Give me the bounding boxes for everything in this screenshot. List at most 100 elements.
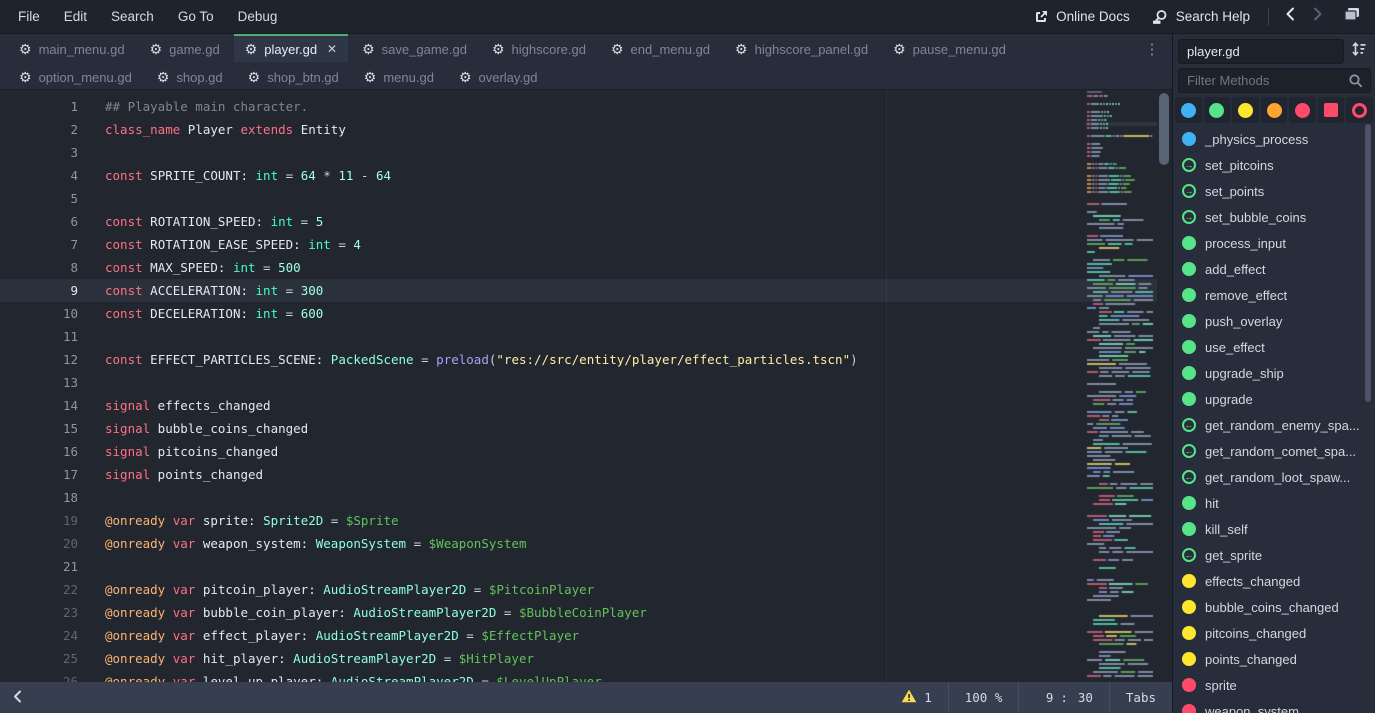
menu-item-file[interactable]: File: [6, 0, 52, 33]
code-line[interactable]: 22@onready var pitcoin_player: AudioStre…: [0, 578, 1172, 601]
method-item-remove_effect[interactable]: remove_effect: [1173, 282, 1375, 308]
code-line[interactable]: 1## Playable main character.: [0, 95, 1172, 118]
line-number[interactable]: 20: [0, 532, 78, 555]
code-line[interactable]: 6const ROTATION_SPEED: int = 5: [0, 210, 1172, 233]
menu-item-go-to[interactable]: Go To: [166, 0, 226, 33]
menu-item-edit[interactable]: Edit: [52, 0, 99, 33]
script-name-field[interactable]: [1178, 39, 1344, 64]
code-line[interactable]: 8const MAX_SPEED: int = 500: [0, 256, 1172, 279]
method-item-use_effect[interactable]: use_effect: [1173, 334, 1375, 360]
line-number[interactable]: 10: [0, 302, 78, 325]
line-number[interactable]: 11: [0, 325, 78, 348]
line-number[interactable]: 12: [0, 348, 78, 371]
line-number[interactable]: 15: [0, 417, 78, 440]
member-filter-pink-ring-button[interactable]: [1346, 97, 1373, 123]
method-item-sprite[interactable]: sprite: [1173, 672, 1375, 698]
code-line[interactable]: 18: [0, 486, 1172, 509]
menu-item-debug[interactable]: Debug: [226, 0, 290, 33]
method-item-points_changed[interactable]: points_changed: [1173, 646, 1375, 672]
code-line[interactable]: 4const SPRITE_COUNT: int = 64 * 11 - 64: [0, 164, 1172, 187]
line-number[interactable]: 3: [0, 141, 78, 164]
zoom-level[interactable]: 100 %: [949, 682, 1019, 713]
online-docs-button[interactable]: Online Docs: [1024, 0, 1140, 33]
script-tab-main_menu-gd[interactable]: ⚙main_menu.gd: [8, 34, 136, 62]
method-item-effects_changed[interactable]: effects_changed: [1173, 568, 1375, 594]
line-number[interactable]: 22: [0, 578, 78, 601]
method-item-hit[interactable]: hit: [1173, 490, 1375, 516]
script-tab-end_menu-gd[interactable]: ⚙end_menu.gd: [600, 34, 721, 62]
line-number[interactable]: 18: [0, 486, 78, 509]
line-number[interactable]: 1: [0, 95, 78, 118]
method-item-weapon_system[interactable]: weapon_system: [1173, 698, 1375, 713]
line-number[interactable]: 24: [0, 624, 78, 647]
member-filter-pink-square-button[interactable]: [1318, 97, 1345, 123]
script-tab-pause_menu-gd[interactable]: ⚙pause_menu.gd: [882, 34, 1017, 62]
code-line[interactable]: 14signal effects_changed: [0, 394, 1172, 417]
method-item-get_sprite[interactable]: ←get_sprite: [1173, 542, 1375, 568]
line-number[interactable]: 14: [0, 394, 78, 417]
code-line[interactable]: 11: [0, 325, 1172, 348]
line-number[interactable]: 4: [0, 164, 78, 187]
code-editor[interactable]: 1## Playable main character.2class_name …: [0, 90, 1172, 682]
method-item-get_random_comet_spa[interactable]: ←get_random_comet_spa...: [1173, 438, 1375, 464]
method-item-upgrade_ship[interactable]: upgrade_ship: [1173, 360, 1375, 386]
line-number[interactable]: 17: [0, 463, 78, 486]
code-line[interactable]: 17signal points_changed: [0, 463, 1172, 486]
code-line[interactable]: 26@onready var level_up_player: AudioStr…: [0, 670, 1172, 682]
script-tab-menu-gd[interactable]: ⚙menu.gd: [353, 62, 445, 90]
code-line[interactable]: 20@onready var weapon_system: WeaponSyst…: [0, 532, 1172, 555]
member-filter-orange-circle-button[interactable]: [1261, 97, 1288, 123]
method-item-get_random_loot_spaw[interactable]: ←get_random_loot_spaw...: [1173, 464, 1375, 490]
script-tab-highscore-gd[interactable]: ⚙highscore.gd: [481, 34, 597, 62]
close-icon[interactable]: ✕: [327, 42, 337, 56]
scrollbar-thumb[interactable]: [1159, 93, 1169, 165]
member-filter-blue-circle-button[interactable]: [1175, 97, 1202, 123]
menu-item-search[interactable]: Search: [99, 0, 166, 33]
collapse-panel-button[interactable]: [0, 682, 34, 713]
code-line[interactable]: 21: [0, 555, 1172, 578]
method-item-upgrade[interactable]: upgrade: [1173, 386, 1375, 412]
member-filter-yellow-circle-button[interactable]: [1232, 97, 1259, 123]
sort-methods-button[interactable]: [1348, 40, 1370, 64]
method-list-scrollbar[interactable]: [1365, 124, 1371, 402]
member-filter-green-circle-button[interactable]: [1204, 97, 1231, 123]
method-item-process_input[interactable]: process_input: [1173, 230, 1375, 256]
tab-overflow-menu-button[interactable]: ⋮: [1142, 38, 1162, 60]
line-number[interactable]: 13: [0, 371, 78, 394]
code-line[interactable]: 15signal bubble_coins_changed: [0, 417, 1172, 440]
script-tab-shop-gd[interactable]: ⚙shop.gd: [146, 62, 234, 90]
method-item-set_pitcoins[interactable]: →set_pitcoins: [1173, 152, 1375, 178]
history-back-button[interactable]: [1277, 4, 1303, 30]
code-line[interactable]: 12const EFFECT_PARTICLES_SCENE: PackedSc…: [0, 348, 1172, 371]
line-number[interactable]: 19: [0, 509, 78, 532]
member-filter-pink-circle-button[interactable]: [1289, 97, 1316, 123]
code-line[interactable]: 16signal pitcoins_changed: [0, 440, 1172, 463]
line-number[interactable]: 9: [0, 279, 78, 302]
indent-type[interactable]: Tabs: [1110, 682, 1172, 713]
script-tab-option_menu-gd[interactable]: ⚙option_menu.gd: [8, 62, 143, 90]
line-number[interactable]: 26: [0, 670, 78, 682]
history-forward-button[interactable]: [1305, 4, 1331, 30]
method-item-get_random_enemy_spa[interactable]: ←get_random_enemy_spa...: [1173, 412, 1375, 438]
line-number[interactable]: 25: [0, 647, 78, 670]
warning-badge[interactable]: 1: [885, 682, 948, 713]
code-line[interactable]: 23@onready var bubble_coin_player: Audio…: [0, 601, 1172, 624]
code-line[interactable]: 10const DECELERATION: int = 600: [0, 302, 1172, 325]
line-number[interactable]: 16: [0, 440, 78, 463]
method-item-push_overlay[interactable]: push_overlay: [1173, 308, 1375, 334]
code-line[interactable]: 5: [0, 187, 1172, 210]
code-line[interactable]: 7const ROTATION_EASE_SPEED: int = 4: [0, 233, 1172, 256]
script-tab-save_game-gd[interactable]: ⚙save_game.gd: [351, 34, 478, 62]
script-tab-game-gd[interactable]: ⚙game.gd: [139, 34, 231, 62]
line-number[interactable]: 6: [0, 210, 78, 233]
code-line[interactable]: 13: [0, 371, 1172, 394]
script-tab-highscore_panel-gd[interactable]: ⚙highscore_panel.gd: [724, 34, 879, 62]
code-line[interactable]: 19@onready var sprite: Sprite2D = $Sprit…: [0, 509, 1172, 532]
method-item-set_bubble_coins[interactable]: →set_bubble_coins: [1173, 204, 1375, 230]
code-line[interactable]: 25@onready var hit_player: AudioStreamPl…: [0, 647, 1172, 670]
script-tab-shop_btn-gd[interactable]: ⚙shop_btn.gd: [237, 62, 350, 90]
method-item-pitcoins_changed[interactable]: pitcoins_changed: [1173, 620, 1375, 646]
minimap[interactable]: [1085, 90, 1157, 682]
code-line[interactable]: 3: [0, 141, 1172, 164]
script-tab-overlay-gd[interactable]: ⚙overlay.gd: [448, 62, 549, 90]
